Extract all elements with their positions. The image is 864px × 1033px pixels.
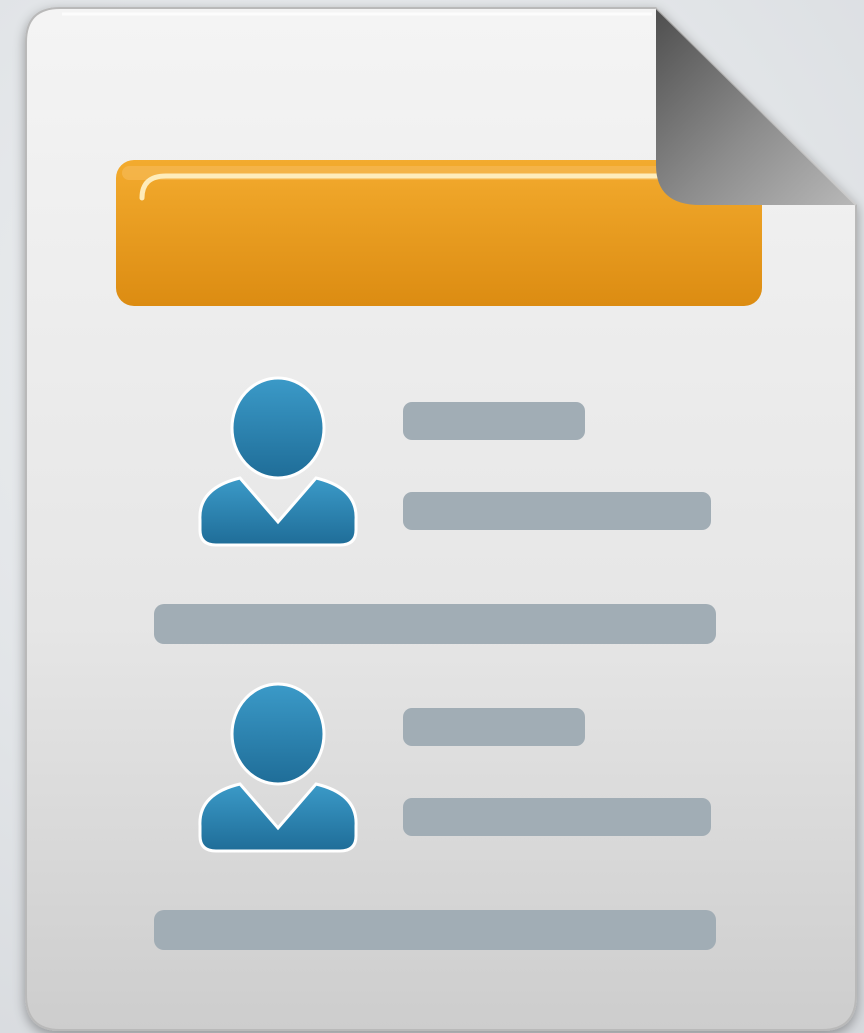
entry-1-name-line [403,402,585,440]
folded-corner [655,7,857,206]
entry-1-detail-line [403,492,711,530]
entry-2-detail-line [403,798,711,836]
separator-line-2 [154,910,716,950]
entry-2-name-line [403,708,585,746]
contact-list-document-icon [25,7,857,1031]
separator-line-1 [154,604,716,644]
